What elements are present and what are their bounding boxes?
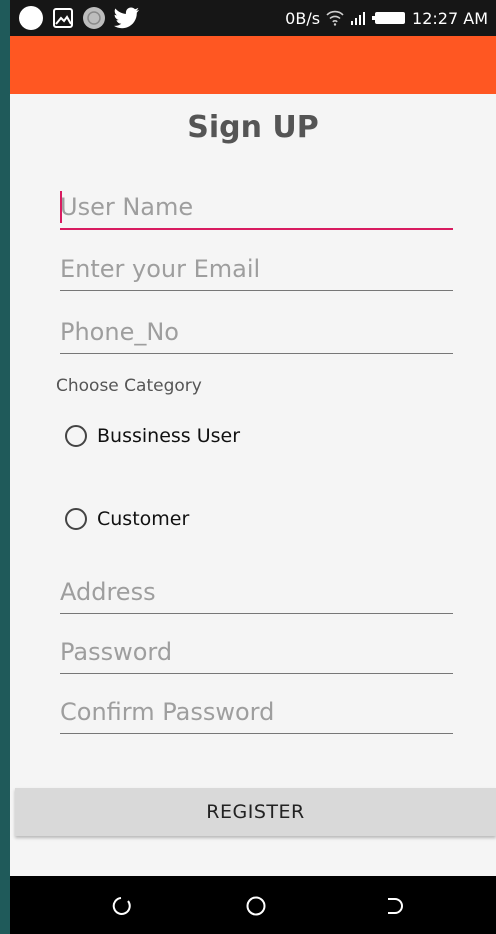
email-field-container [60,250,453,291]
phone-field-container [60,313,453,354]
recents-icon[interactable] [381,893,407,919]
navigation-bar [10,876,496,934]
status-bar: 0B/s 12:27 AM [10,0,496,36]
image-icon [53,8,73,28]
home-icon[interactable] [243,893,269,919]
page-title: Sign UP [187,110,319,145]
password-field-container [60,633,453,674]
radio-customer[interactable]: Customer [65,504,189,534]
back-icon[interactable] [109,893,135,919]
radio-label: Customer [97,508,190,530]
system-status: 0B/s 12:27 AM [285,7,488,29]
battery-icon [372,12,406,24]
signal-icon [351,12,366,25]
clock: 12:27 AM [412,8,488,28]
twitter-icon [114,7,139,29]
phone-input[interactable] [60,313,453,351]
username-field-container [60,188,453,230]
globe-icon [83,7,105,29]
register-button[interactable]: REGISTER [15,788,496,836]
network-speed: 0B/s [285,8,321,28]
confirm-password-input[interactable] [60,693,453,731]
radio-unchecked-icon[interactable] [65,508,87,530]
app-bar [10,36,496,94]
radio-unchecked-icon[interactable] [65,425,87,447]
address-input[interactable] [60,573,453,611]
username-input[interactable] [60,188,453,226]
phone-screen: 0B/s 12:27 AM Sign UP User Name Enter yo… [10,0,496,934]
circle-icon [19,6,43,30]
category-label: Choose Category [56,376,202,396]
email-input[interactable] [60,250,453,288]
radio-business-user[interactable]: Bussiness User [65,421,240,451]
password-input[interactable] [60,633,453,671]
radio-label: Bussiness User [97,425,241,447]
wifi-icon [326,10,344,26]
confirm-password-field-container [60,693,453,734]
address-field-container [60,573,453,614]
text-cursor [60,191,62,223]
notification-icons [18,6,140,30]
